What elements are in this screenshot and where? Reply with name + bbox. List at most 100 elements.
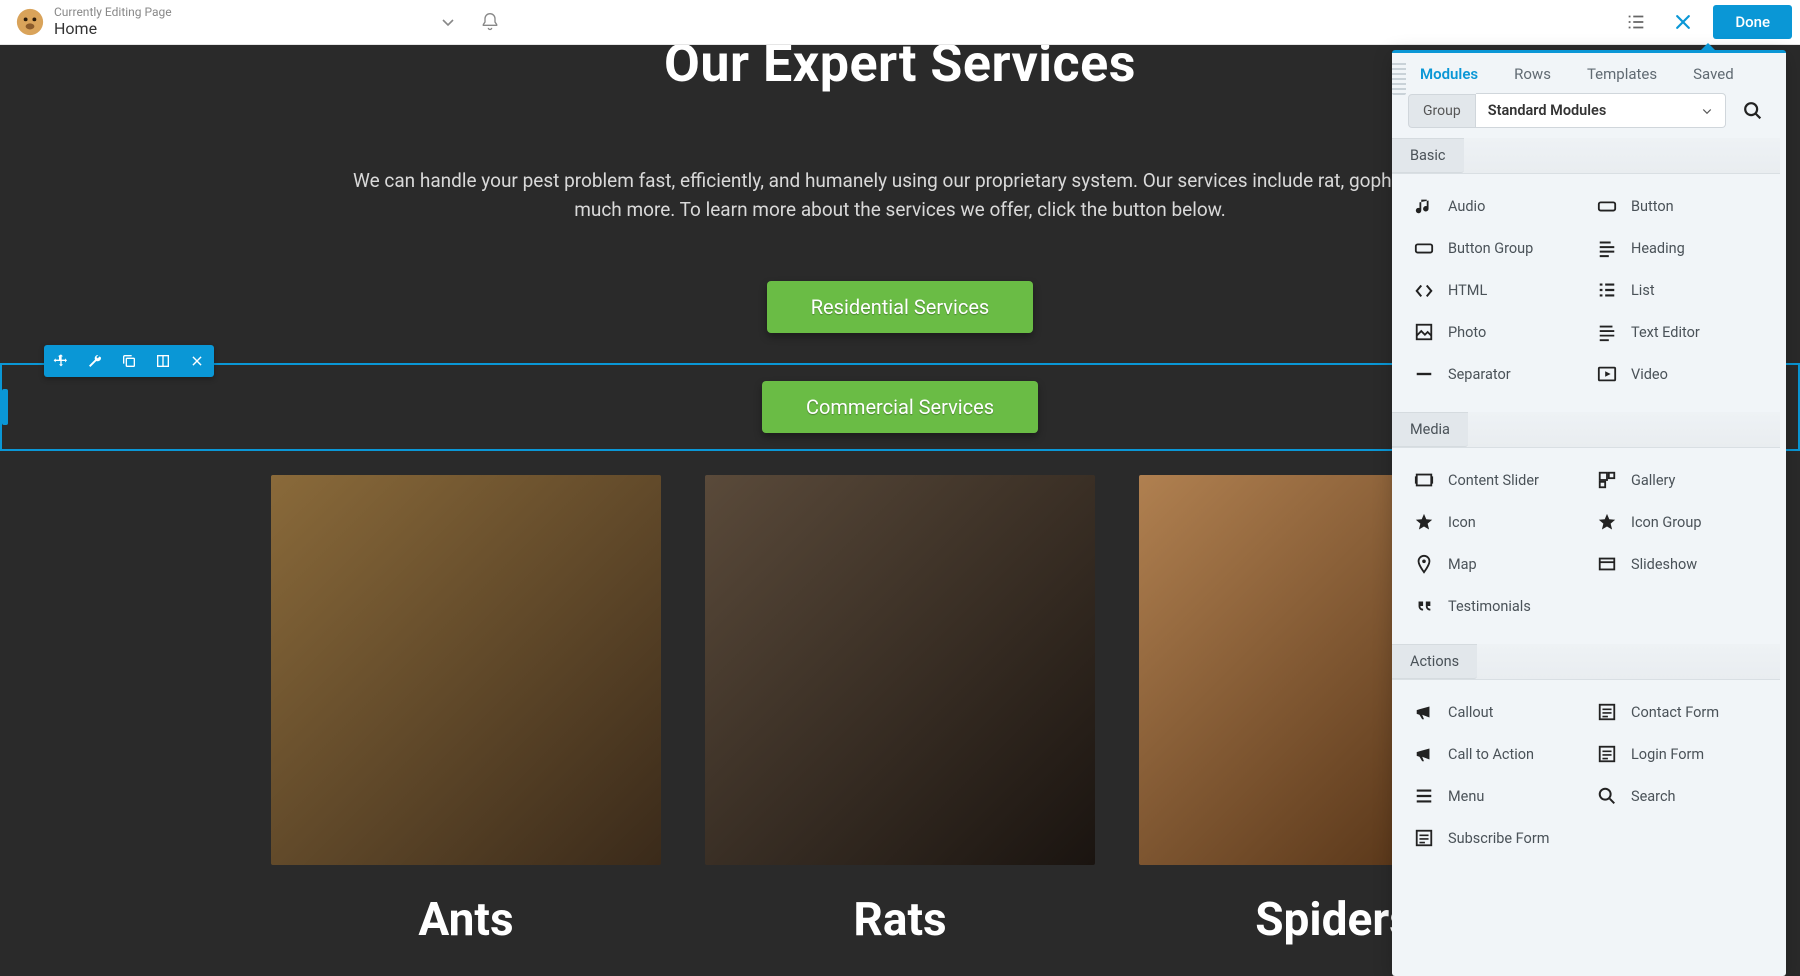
list-icon [1597,280,1617,300]
modules-list: Basic Audio Button Button Group Heading HTML L… [1392,138,1786,976]
module-label: HTML [1448,282,1487,299]
slideshow-icon [1597,554,1617,574]
module-photo[interactable]: Photo [1406,312,1587,352]
done-button[interactable]: Done [1713,5,1792,39]
module-label: Button Group [1448,240,1533,257]
tab-rows[interactable]: Rows [1514,65,1551,83]
content-panel: Modules Rows Templates Saved Group Stand… [1392,50,1786,976]
map-icon [1414,554,1434,574]
menu-icon [1414,786,1434,806]
module-text-editor[interactable]: Text Editor [1589,312,1770,352]
module-label: Contact Form [1631,704,1719,721]
close-panel-icon[interactable] [1667,6,1699,38]
module-label: Heading [1631,240,1685,257]
panel-pointer [1698,43,1718,53]
module-gallery[interactable]: Gallery [1589,460,1770,500]
commercial-services-button[interactable]: Commercial Services [762,381,1038,433]
module-audio[interactable]: Audio [1406,186,1587,226]
module-search[interactable]: Search [1589,776,1770,816]
column-icon[interactable] [146,345,180,377]
module-video[interactable]: Video [1589,354,1770,394]
hero-description: We can handle your pest problem fast, ef… [350,166,1450,225]
module-label: Testimonials [1448,598,1531,615]
module-label: Slideshow [1631,556,1697,573]
module-label: Audio [1448,198,1485,215]
card-title: Rats [705,893,1095,947]
page-title: Home [54,20,172,38]
module-label: Search [1631,788,1676,805]
residential-services-button[interactable]: Residential Services [767,281,1034,333]
module-icon[interactable]: Icon [1406,502,1587,542]
module-call-to-action[interactable]: Call to Action [1406,734,1587,774]
module-button[interactable]: Button [1589,186,1770,226]
star-icon [1414,512,1434,532]
duplicate-icon[interactable] [112,345,146,377]
text-icon [1597,322,1617,342]
module-menu[interactable]: Menu [1406,776,1587,816]
module-html[interactable]: HTML [1406,270,1587,310]
module-label: Video [1631,366,1668,383]
rats-image [705,475,1095,865]
module-label: Map [1448,556,1477,573]
page-dropdown-chevron-icon[interactable] [440,14,456,30]
module-contact-form[interactable]: Contact Form [1589,692,1770,732]
module-icon-group[interactable]: Icon Group [1589,502,1770,542]
module-label: Button [1631,198,1674,215]
video-icon [1597,364,1617,384]
module-testimonials[interactable]: Testimonials [1406,586,1587,626]
module-button-group[interactable]: Button Group [1406,228,1587,268]
wrench-icon[interactable] [78,345,112,377]
button-group-icon [1414,238,1434,258]
star-icon [1597,512,1617,532]
module-subscribe-form[interactable]: Subscribe Form [1406,818,1587,858]
outline-icon[interactable] [1619,5,1653,39]
photo-icon [1414,322,1434,342]
group-filter-button[interactable]: Group [1408,94,1476,128]
module-label: Photo [1448,324,1486,341]
module-separator[interactable]: Separator [1406,354,1587,394]
move-icon[interactable] [44,345,78,377]
editor-topbar: Currently Editing Page Home Done [0,0,1800,45]
section-header: Basic [1392,138,1464,173]
notifications-icon[interactable] [480,12,500,32]
audio-icon [1414,196,1434,216]
module-callout[interactable]: Callout [1406,692,1587,732]
module-label: Login Form [1631,746,1704,763]
tab-templates[interactable]: Templates [1587,65,1657,83]
module-label: Icon Group [1631,514,1701,531]
module-list[interactable]: List [1589,270,1770,310]
module-label: Gallery [1631,472,1675,489]
html-icon [1414,280,1434,300]
module-map[interactable]: Map [1406,544,1587,584]
megaphone-icon [1414,702,1434,722]
tab-modules[interactable]: Modules [1420,65,1478,83]
page-switcher[interactable]: Currently Editing Page Home [8,2,180,42]
panel-drag-grip[interactable] [1392,61,1406,95]
search-icon[interactable] [1736,94,1770,128]
panel-tabs: Modules Rows Templates Saved [1392,53,1786,93]
editing-label: Currently Editing Page [54,6,172,20]
card-ants: Ants [271,475,661,947]
module-label: Text Editor [1631,324,1700,341]
module-group-select[interactable]: Standard Modules [1476,93,1726,128]
module-label: Callout [1448,704,1493,721]
button-icon [1597,196,1617,216]
chevron-down-icon [1701,105,1713,117]
module-heading[interactable]: Heading [1589,228,1770,268]
module-slideshow[interactable]: Slideshow [1589,544,1770,584]
group-select-value: Standard Modules [1488,102,1607,119]
module-label: Call to Action [1448,746,1534,763]
section-header: Media [1392,412,1468,447]
form-icon [1597,702,1617,722]
module-login-form[interactable]: Login Form [1589,734,1770,774]
module-label: Separator [1448,366,1511,383]
remove-icon[interactable] [180,345,214,377]
search-icon [1597,786,1617,806]
row-drag-handle[interactable] [2,389,8,425]
module-label: List [1631,282,1655,299]
tab-saved[interactable]: Saved [1693,65,1734,83]
module-label: Subscribe Form [1448,830,1549,847]
module-content-slider[interactable]: Content Slider [1406,460,1587,500]
megaphone-icon [1414,744,1434,764]
row-toolbar [44,345,214,377]
